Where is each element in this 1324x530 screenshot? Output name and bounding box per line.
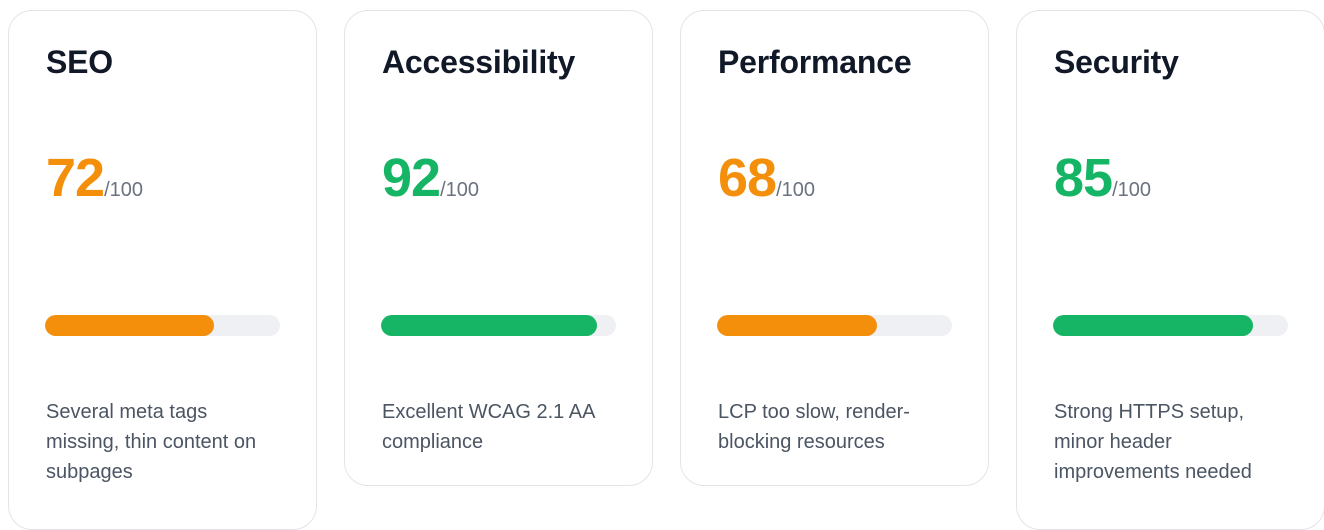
score-value: 92 bbox=[382, 148, 441, 208]
score-card-seo: SEO 72/100 Several meta tags missing, th… bbox=[8, 10, 317, 530]
progress-bar bbox=[381, 315, 616, 336]
card-description: LCP too slow, render-blocking resources bbox=[718, 401, 910, 453]
progress-bar-fill bbox=[381, 315, 598, 336]
score-max: /100 bbox=[1112, 179, 1152, 201]
progress-bar bbox=[45, 315, 280, 336]
score-display: 92/100 bbox=[382, 151, 479, 205]
progress-bar-fill bbox=[45, 315, 215, 336]
score-card-security: Security 85/100 Strong HTTPS setup, mino… bbox=[1016, 10, 1324, 530]
card-description: Strong HTTPS setup, minor header improve… bbox=[1054, 401, 1252, 483]
score-cards: SEO 72/100 Several meta tags missing, th… bbox=[8, 10, 1324, 530]
score-max: /100 bbox=[440, 179, 480, 201]
score-max: /100 bbox=[104, 179, 144, 201]
progress-bar-fill bbox=[717, 315, 877, 336]
score-value: 72 bbox=[46, 148, 105, 208]
card-title: Accessibility bbox=[382, 44, 576, 80]
score-display: 68/100 bbox=[718, 151, 815, 205]
progress-bar-fill bbox=[1053, 315, 1253, 336]
score-display: 72/100 bbox=[46, 151, 143, 205]
score-max: /100 bbox=[776, 179, 816, 201]
card-title: Security bbox=[1054, 44, 1179, 80]
score-card-accessibility: Accessibility 92/100 Excellent WCAG 2.1 … bbox=[344, 10, 653, 486]
card-description: Several meta tags missing, thin content … bbox=[46, 401, 257, 483]
score-card-performance: Performance 68/100 LCP too slow, render-… bbox=[680, 10, 989, 486]
progress-bar bbox=[1053, 315, 1288, 336]
card-title: SEO bbox=[46, 44, 113, 80]
progress-bar bbox=[717, 315, 952, 336]
score-value: 85 bbox=[1054, 148, 1113, 208]
score-display: 85/100 bbox=[1054, 151, 1151, 205]
card-description: Excellent WCAG 2.1 AA compliance bbox=[382, 401, 595, 453]
card-title: Performance bbox=[718, 44, 912, 80]
score-value: 68 bbox=[718, 148, 777, 208]
